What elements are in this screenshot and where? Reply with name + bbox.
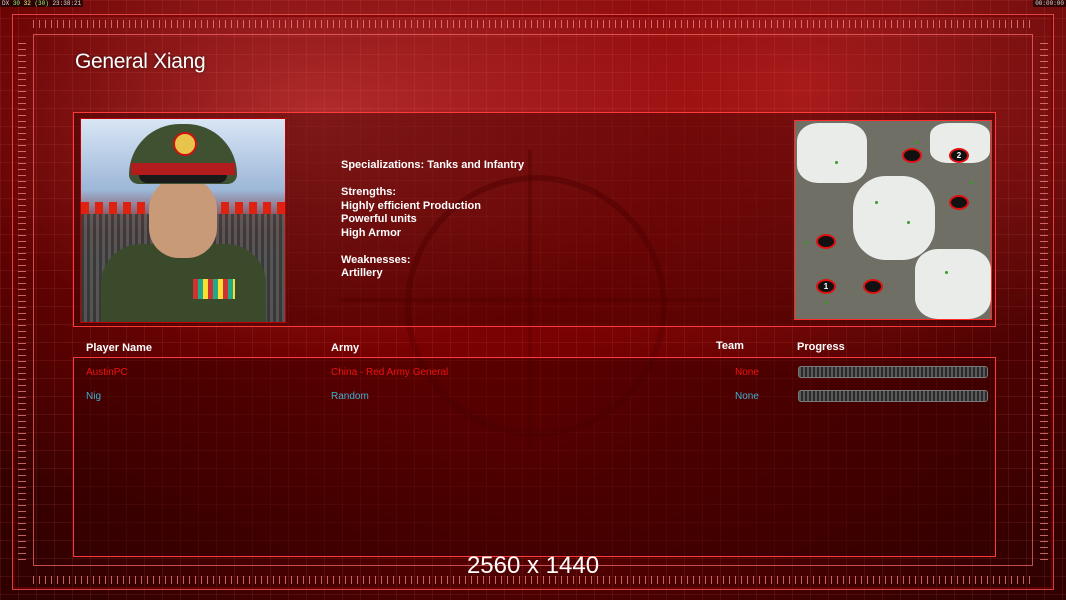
players-list xyxy=(73,357,996,557)
strength-item: Highly efficient Production xyxy=(341,199,481,212)
header-army: Army xyxy=(331,342,360,354)
strength-item: High Armor xyxy=(341,226,402,239)
player-name: AustinPC xyxy=(86,367,128,378)
hud-clock: 23:38:21 xyxy=(52,0,82,7)
hud-fps-2: 32 xyxy=(23,0,31,7)
header-progress: Progress xyxy=(797,341,845,353)
weaknesses-heading: Weaknesses: xyxy=(341,253,411,266)
general-portrait xyxy=(80,118,286,323)
header-team: Team xyxy=(716,340,744,352)
hud-fps-3: (30) xyxy=(34,0,49,7)
player-team: None xyxy=(735,367,759,378)
weakness-item: Artillery xyxy=(341,267,383,279)
general-description: Specializations: Tanks and Infantry Stre… xyxy=(341,159,524,281)
hud-fps: 30 xyxy=(12,0,21,7)
header-player-name: Player Name xyxy=(86,342,153,354)
ruler-right xyxy=(1040,40,1048,560)
hud-api: DX xyxy=(2,0,10,7)
start-position-marker[interactable]: 1 xyxy=(816,279,836,294)
player-name: Nig xyxy=(86,391,102,402)
start-position-marker[interactable]: 2 xyxy=(949,148,969,163)
specializations-text: Specializations: Tanks and Infantry xyxy=(341,159,525,171)
resolution-label: 2560 x 1440 xyxy=(466,552,600,579)
player-team: None xyxy=(735,391,759,402)
player-progress-bar xyxy=(798,366,988,378)
player-army: China - Red Army General xyxy=(331,367,449,378)
map-preview: 2 1 xyxy=(794,120,992,320)
fps-overlay: DX 30 32 (30) 23:38:21 xyxy=(0,0,84,7)
hud-timer: 00:00:00 xyxy=(1033,0,1066,7)
strengths-heading: Strengths: xyxy=(341,186,396,198)
general-title: General Xiang xyxy=(75,50,206,73)
ruler-top xyxy=(33,20,1031,28)
ruler-left xyxy=(18,40,26,560)
start-position-marker[interactable] xyxy=(863,279,883,294)
start-position-marker[interactable] xyxy=(816,234,836,249)
player-progress-bar xyxy=(798,390,988,402)
start-position-marker[interactable] xyxy=(949,195,969,210)
start-position-marker[interactable] xyxy=(902,148,922,163)
player-army: Random xyxy=(331,391,369,402)
strength-item: Powerful units xyxy=(341,213,417,225)
